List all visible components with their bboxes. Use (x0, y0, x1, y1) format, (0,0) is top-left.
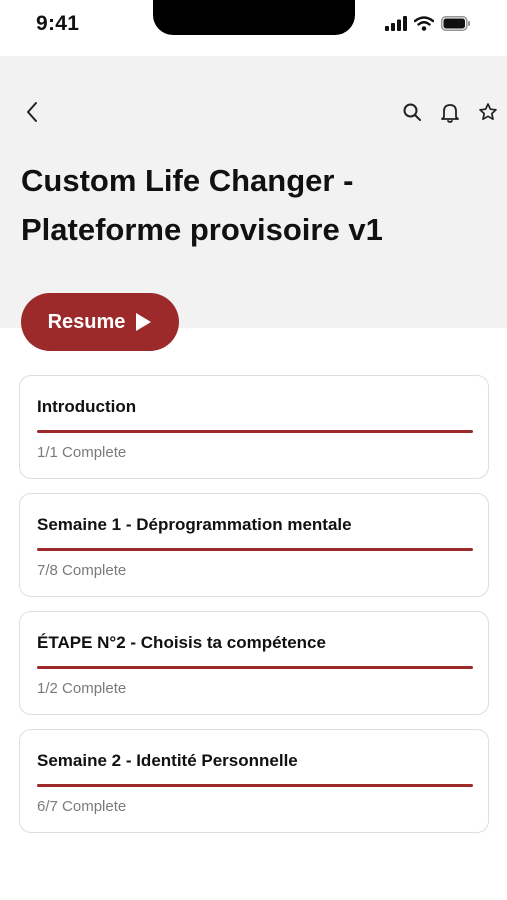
module-status: 1/1 Complete (37, 444, 127, 461)
module-progress-bar (37, 548, 473, 551)
module-title: Semaine 2 - Identité Personnelle (37, 751, 298, 770)
signal-icon (385, 16, 407, 36)
module-card[interactable]: ÉTAPE N°2 - Choisis ta compétence 1/2 Co… (19, 611, 489, 715)
resume-button-label: Resume (47, 310, 126, 333)
course-header: Custom Life Changer - Plateforme proviso… (0, 56, 507, 328)
module-title: ÉTAPE N°2 - Choisis ta compétence (37, 633, 326, 652)
notifications-button[interactable] (436, 98, 464, 126)
module-list: Introduction 1/1 Complete Semaine 1 - Dé… (19, 375, 489, 847)
back-chevron-icon (27, 102, 37, 122)
module-progress-bar (37, 666, 473, 669)
header-actions (398, 98, 502, 126)
battery-icon (441, 16, 471, 36)
status-icons (385, 16, 471, 36)
module-card[interactable]: Introduction 1/1 Complete (19, 375, 489, 479)
search-icon (403, 103, 421, 121)
page-title: Custom Life Changer - Plateforme proviso… (21, 156, 481, 254)
module-progress-bar (37, 430, 473, 433)
bell-icon (441, 103, 459, 123)
module-progress-fill (37, 548, 473, 551)
page-title-line-2: Plateforme provisoire v1 (21, 212, 383, 247)
module-progress-bar (37, 784, 473, 787)
module-status: 6/7 Complete (37, 798, 127, 815)
device-notch (153, 0, 355, 35)
module-status: 1/2 Complete (37, 680, 127, 697)
page-title-line-1: Custom Life Changer - (21, 163, 354, 198)
status-time: 9:41 (36, 12, 80, 35)
status-bar: 9:41 (0, 0, 507, 56)
module-status: 7/8 Complete (37, 562, 127, 579)
module-title: Introduction (37, 397, 137, 416)
search-button[interactable] (398, 98, 426, 126)
resume-button[interactable]: Resume (21, 293, 179, 351)
back-button[interactable] (18, 98, 46, 126)
module-progress-fill (37, 784, 473, 787)
wifi-icon (413, 16, 435, 36)
module-progress-fill (37, 666, 473, 669)
play-icon (136, 313, 152, 331)
module-title: Semaine 1 - Déprogrammation mentale (37, 515, 352, 534)
module-card[interactable]: Semaine 2 - Identité Personnelle 6/7 Com… (19, 729, 489, 833)
favorite-button[interactable] (474, 98, 502, 126)
module-progress-fill (37, 430, 473, 433)
module-card[interactable]: Semaine 1 - Déprogrammation mentale 7/8 … (19, 493, 489, 597)
star-icon (479, 103, 497, 121)
